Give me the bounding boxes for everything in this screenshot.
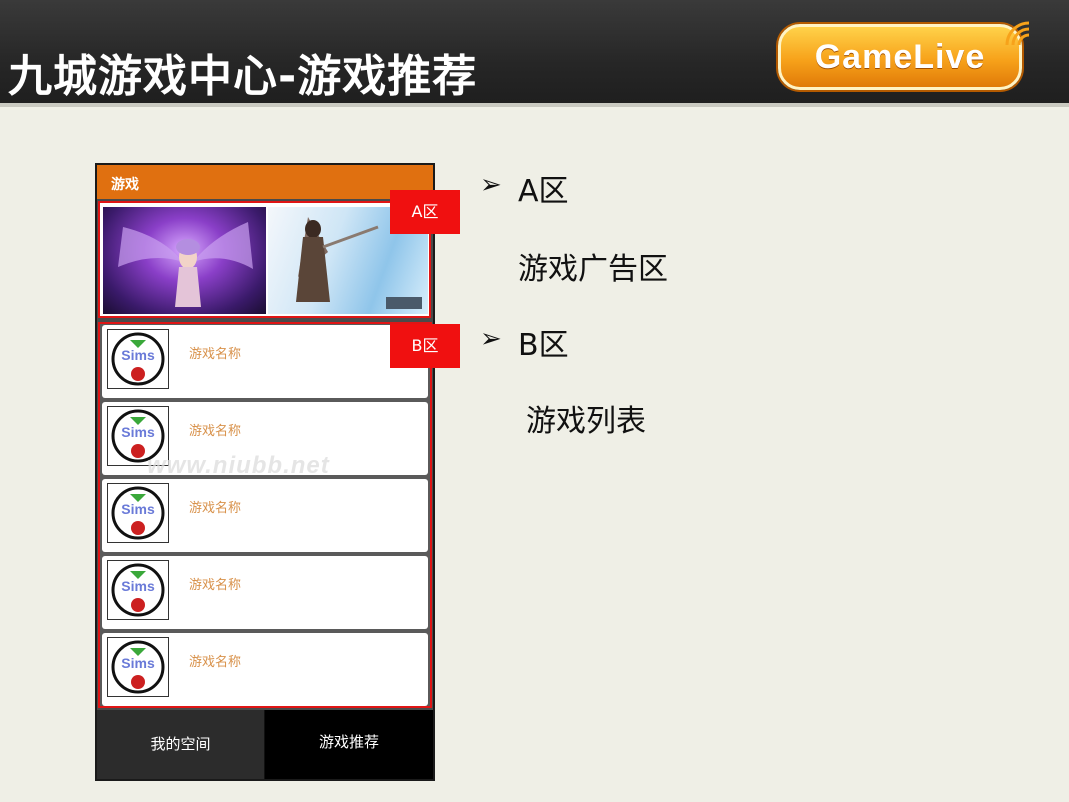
signal-icon xyxy=(1005,21,1030,46)
bullet-heading-a: A区 xyxy=(518,174,569,209)
app-bar: 游戏 xyxy=(97,165,433,199)
svg-text:Sims: Sims xyxy=(121,501,155,517)
ad-banner-zone[interactable] xyxy=(98,201,431,318)
winged-character-illustration xyxy=(118,222,253,307)
game-name: 游戏名称 xyxy=(189,501,242,516)
bullet-description-b: 游戏列表 xyxy=(526,404,646,439)
game-name: 游戏名称 xyxy=(189,347,242,362)
game-icon: Sims xyxy=(107,560,169,620)
game-list-item[interactable]: Sims 游戏名称 xyxy=(102,633,428,706)
game-list-item[interactable]: Sims 游戏名称 xyxy=(102,325,428,398)
game-name: 游戏名称 xyxy=(189,424,242,439)
game-icon: Sims xyxy=(107,483,169,543)
zone-a-tag: A区 xyxy=(390,190,460,234)
svg-text:Sims: Sims xyxy=(121,424,155,440)
svg-text:Sims: Sims xyxy=(121,655,155,671)
app-title: 游戏 xyxy=(111,177,139,193)
game-list-item[interactable]: Sims 游戏名称 xyxy=(102,556,428,629)
tab-game-recommend[interactable]: 游戏推荐 xyxy=(265,710,433,779)
gamelive-logo: GameLive xyxy=(778,21,1030,90)
slide-title: 九城游戏中心-游戏推荐 xyxy=(8,51,478,102)
bullet-heading-b: B区 xyxy=(518,328,569,363)
bullet-arrow-icon: ➢ xyxy=(480,324,502,354)
zone-b-tag: B区 xyxy=(390,324,460,368)
game-list-zone: Sims 游戏名称 Sims 游戏名称 Sims 游戏名称 Sims 游戏名称 … xyxy=(98,322,432,708)
game-list-item[interactable]: Sims 游戏名称 xyxy=(102,479,428,552)
game-name: 游戏名称 xyxy=(189,578,242,593)
svg-text:Sims: Sims xyxy=(121,347,155,363)
watermark: www.niubb.net xyxy=(147,452,330,479)
game-icon: Sims xyxy=(107,329,169,389)
bullet-arrow-icon: ➢ xyxy=(480,170,502,200)
tab-my-space[interactable]: 我的空间 xyxy=(97,710,265,779)
svg-text:Sims: Sims xyxy=(121,578,155,594)
bottom-tab-bar: 我的空间 游戏推荐 xyxy=(97,710,433,779)
game-name: 游戏名称 xyxy=(189,655,242,670)
game-icon: Sims xyxy=(107,637,169,697)
slide-header: 九城游戏中心-游戏推荐 GameLive xyxy=(0,0,1069,107)
logo-text: GameLive xyxy=(814,38,986,76)
bullet-description-a: 游戏广告区 xyxy=(518,252,668,287)
ad-banner-image-left[interactable] xyxy=(103,207,266,314)
